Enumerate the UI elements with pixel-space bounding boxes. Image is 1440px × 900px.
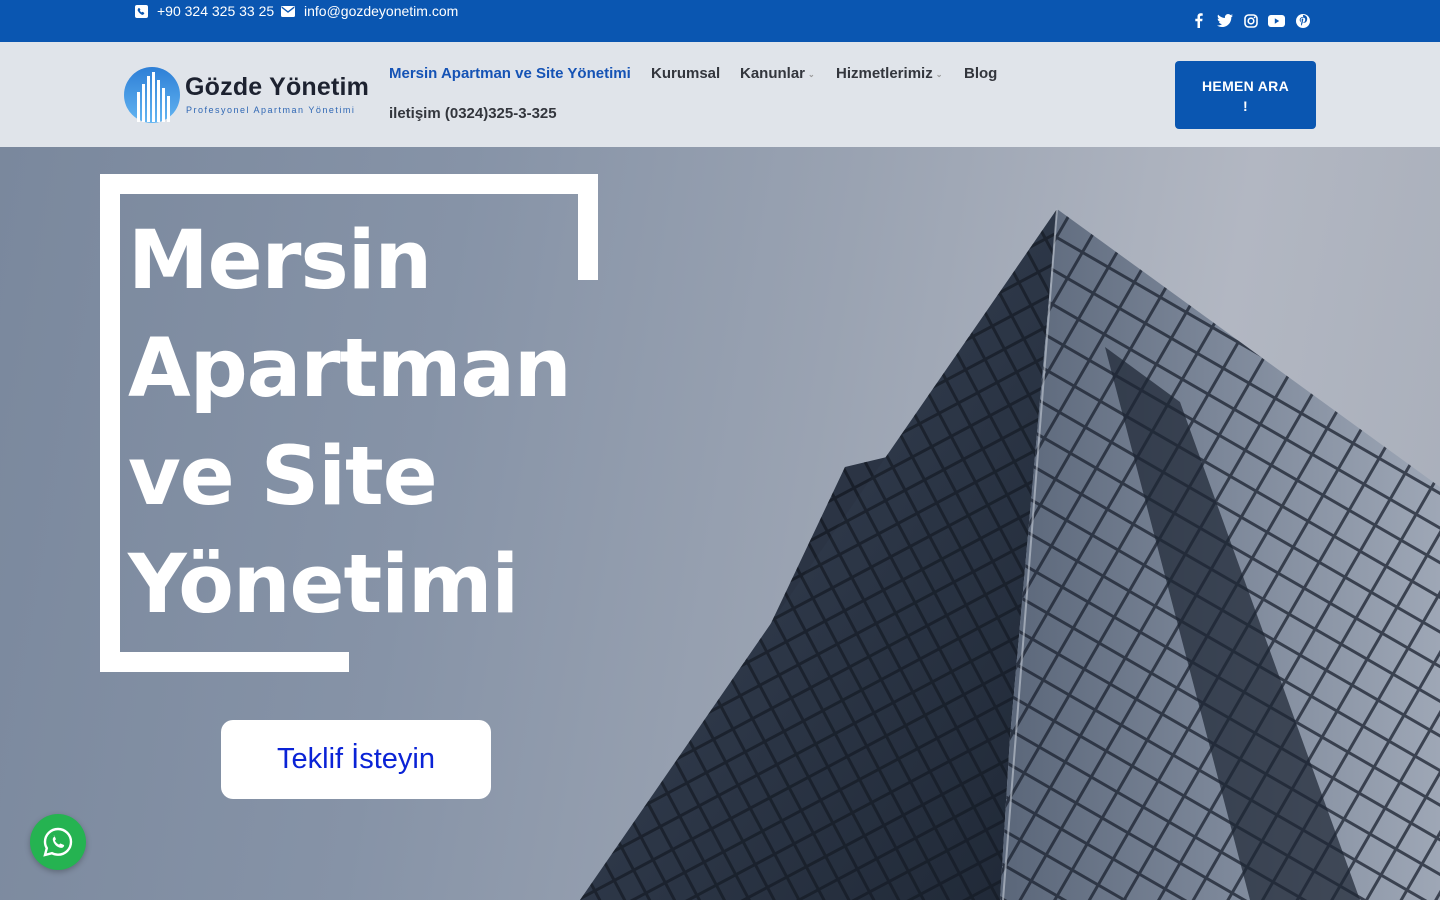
logo-tagline: Profesyonel Apartman Yönetimi [186,105,356,115]
top-bar: +90 324 325 33 25 info@gozdeyonetim.com [0,0,1440,42]
whatsapp-button[interactable] [30,814,86,870]
pinterest-icon[interactable] [1294,12,1311,29]
nav-item-kanunlar[interactable]: Kanunlar ⌄ [740,65,815,82]
phone-number: +90 324 325 33 25 [157,3,275,19]
instagram-icon[interactable] [1242,12,1259,29]
call-now-label-exclaim: ! [1243,98,1248,114]
call-now-label: HEMEN ARA [1202,78,1289,94]
phone-icon [134,4,148,18]
hero-title-line: Yönetimi [128,538,519,632]
chevron-down-icon: ⌄ [935,69,943,79]
hero-title-line: Mersin [128,214,432,308]
social-links [1190,12,1311,29]
hero-title: Mersin Apartman ve Site Yönetimi [128,207,588,639]
facebook-icon[interactable] [1190,12,1207,29]
nav-item-home[interactable]: Mersin Apartman ve Site Yönetimi [389,65,631,82]
logo[interactable]: Gözde Yönetim Profesyonel Apartman Yönet… [123,66,373,124]
main-navigation: Mersin Apartman ve Site Yönetimi Kurumsa… [389,42,1029,147]
site-header: Gözde Yönetim Profesyonel Apartman Yönet… [0,42,1440,147]
nav-item-hizmetlerimiz[interactable]: Hizmetlerimiz ⌄ [836,65,942,82]
nav-item-hizmetlerimiz-label: Hizmetlerimiz [836,65,933,82]
twitter-icon[interactable] [1216,12,1233,29]
email-address: info@gozdeyonetim.com [304,3,459,19]
nav-item-blog[interactable]: Blog [964,65,997,82]
envelope-icon [281,4,295,18]
logo-building-icon [124,67,180,123]
youtube-icon[interactable] [1268,12,1285,29]
hero-section: Mersin Apartman ve Site Yönetimi Teklif … [0,147,1440,900]
nav-item-iletisim[interactable]: iletişim (0324)325-3-325 [389,105,557,122]
logo-name: Gözde Yönetim [185,73,370,101]
request-quote-button[interactable]: Teklif İsteyin [221,720,491,799]
nav-item-kurumsal[interactable]: Kurumsal [651,65,720,82]
hero-title-line: ve Site [128,430,438,524]
whatsapp-icon [43,827,73,857]
nav-item-kanunlar-label: Kanunlar [740,65,806,82]
chevron-down-icon: ⌄ [808,69,815,79]
phone-contact[interactable]: +90 324 325 33 25 [134,3,274,19]
hero-title-line: Apartman [128,322,572,416]
call-now-button[interactable]: HEMEN ARA ! [1175,61,1316,129]
email-contact[interactable]: info@gozdeyonetim.com [281,3,458,19]
